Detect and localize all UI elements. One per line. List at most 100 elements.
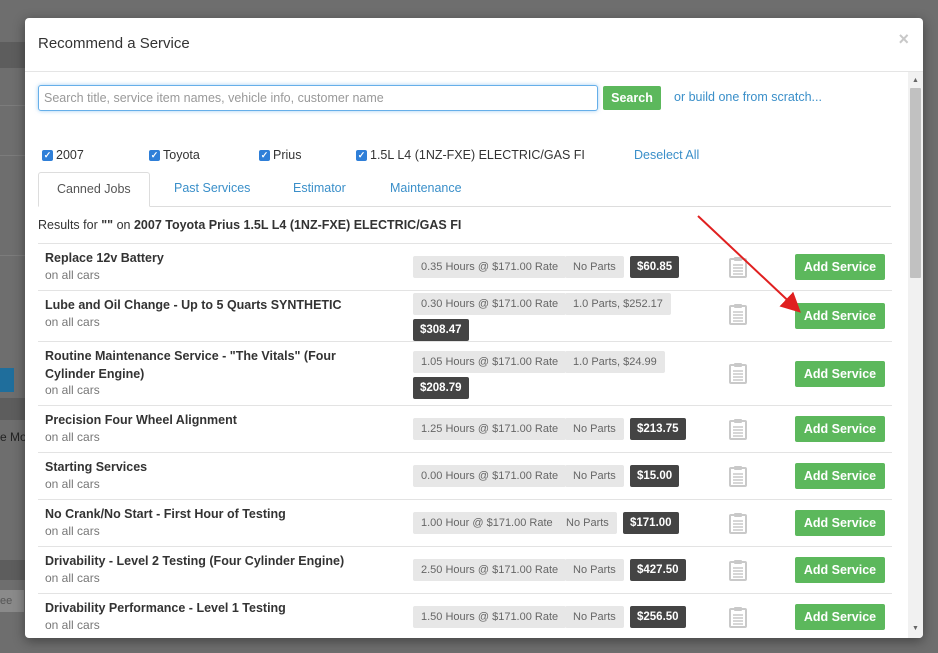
- job-scope: on all cars: [45, 524, 100, 538]
- labor-hours-badge: 0.30 Hours @ $171.00 Rate: [413, 293, 567, 315]
- clipboard-icon[interactable]: [728, 303, 748, 325]
- job-scope: on all cars: [45, 618, 100, 632]
- results-prefix: Results for: [38, 218, 98, 232]
- job-title: Drivability Performance - Level 1 Testin…: [45, 601, 286, 615]
- labor-hours-badge: 1.25 Hours @ $171.00 Rate: [413, 418, 567, 440]
- total-price-badge: $308.47: [413, 319, 469, 341]
- clipboard-icon[interactable]: [728, 465, 748, 487]
- deselect-all-link[interactable]: Deselect All: [634, 148, 699, 162]
- clipboard-icon[interactable]: [728, 606, 748, 628]
- parts-badge: No Parts: [558, 512, 617, 534]
- results-summary: Results for "" on 2007 Toyota Prius 1.5L…: [38, 218, 461, 232]
- scrollbar-thumb[interactable]: [910, 88, 921, 278]
- labor-hours-badge: 0.35 Hours @ $171.00 Rate: [413, 256, 567, 278]
- results-vehicle: 2007 Toyota Prius 1.5L L4 (1NZ-FXE) ELEC…: [133, 218, 462, 232]
- checkbox-checked-icon[interactable]: ✓: [149, 149, 160, 161]
- total-price-badge: $208.79: [413, 377, 469, 399]
- vertical-scrollbar[interactable]: ▲ ▼: [908, 72, 923, 638]
- tab-maintenance[interactable]: Maintenance: [390, 172, 462, 206]
- clipboard-icon[interactable]: [728, 362, 748, 384]
- tab-bar: Canned Jobs Past Services Estimator Main…: [38, 172, 891, 207]
- search-row: Search or build one from scratch...: [38, 85, 858, 111]
- total-price-badge: $171.00: [623, 512, 679, 534]
- background-text: e Mo: [0, 430, 26, 444]
- job-row: No Crank/No Start - First Hour of Testin…: [38, 500, 892, 547]
- modal-title: Recommend a Service: [38, 35, 190, 52]
- canned-jobs-list: Replace 12v Battery on all cars 0.35 Hou…: [38, 243, 892, 638]
- labor-hours-badge: 1.50 Hours @ $171.00 Rate: [413, 606, 567, 628]
- filter-label: Toyota: [163, 148, 200, 162]
- total-price-badge: $256.50: [630, 606, 686, 628]
- checkbox-checked-icon[interactable]: ✓: [259, 149, 270, 161]
- filter-make[interactable]: ✓ Toyota: [149, 148, 200, 162]
- search-button[interactable]: Search: [603, 86, 661, 110]
- job-row: Routine Maintenance Service - "The Vital…: [38, 342, 892, 406]
- add-service-button[interactable]: Add Service: [795, 463, 885, 489]
- scroll-down-arrow-icon[interactable]: ▼: [908, 622, 923, 636]
- checkbox-checked-icon[interactable]: ✓: [356, 149, 367, 161]
- add-service-button[interactable]: Add Service: [795, 416, 885, 442]
- filter-label: Prius: [273, 148, 302, 162]
- job-scope: on all cars: [45, 315, 100, 329]
- job-title: Replace 12v Battery: [45, 251, 164, 265]
- modal-header: Recommend a Service ×: [25, 18, 923, 72]
- background-section-bar: [0, 398, 26, 420]
- parts-badge: No Parts: [565, 418, 624, 440]
- clipboard-icon[interactable]: [728, 256, 748, 278]
- job-row: Precision Four Wheel Alignment on all ca…: [38, 406, 892, 453]
- tab-estimator[interactable]: Estimator: [293, 172, 346, 206]
- labor-hours-badge: 0.00 Hours @ $171.00 Rate: [413, 465, 567, 487]
- background-divider: [0, 105, 26, 106]
- background-divider: [0, 255, 26, 256]
- modal-body: Search or build one from scratch... ✓ 20…: [25, 72, 908, 638]
- search-input[interactable]: [38, 85, 598, 111]
- job-title: No Crank/No Start - First Hour of Testin…: [45, 507, 286, 521]
- labor-hours-badge: 1.00 Hour @ $171.00 Rate: [413, 512, 561, 534]
- job-row: Drivability Performance - Level 1 Testin…: [38, 594, 892, 638]
- job-row: Lube and Oil Change - Up to 5 Quarts SYN…: [38, 291, 892, 342]
- parts-badge: No Parts: [565, 606, 624, 628]
- total-price-badge: $15.00: [630, 465, 680, 487]
- total-price-badge: $213.75: [630, 418, 686, 440]
- add-service-button[interactable]: Add Service: [795, 254, 885, 280]
- add-service-button[interactable]: Add Service: [795, 604, 885, 630]
- checkbox-checked-icon[interactable]: ✓: [42, 149, 53, 161]
- background-section-bar: [0, 560, 26, 580]
- add-service-button[interactable]: Add Service: [795, 361, 885, 387]
- add-service-button[interactable]: Add Service: [795, 303, 885, 329]
- background-input: ee: [0, 590, 24, 612]
- build-from-scratch-link[interactable]: or build one from scratch...: [674, 90, 822, 104]
- filter-year[interactable]: ✓ 2007: [42, 148, 84, 162]
- labor-hours-badge: 1.05 Hours @ $171.00 Rate: [413, 351, 567, 373]
- clipboard-icon[interactable]: [728, 512, 748, 534]
- filter-label: 1.5L L4 (1NZ-FXE) ELECTRIC/GAS FI: [370, 148, 585, 162]
- parts-badge: No Parts: [565, 465, 624, 487]
- parts-badge: No Parts: [565, 256, 624, 278]
- recommend-service-modal: Recommend a Service × Search or build on…: [25, 18, 923, 638]
- background-button: [0, 368, 14, 392]
- job-scope: on all cars: [45, 268, 100, 282]
- job-scope: on all cars: [45, 383, 100, 397]
- tab-canned-jobs[interactable]: Canned Jobs: [38, 172, 150, 207]
- job-title: Drivability - Level 2 Testing (Four Cyli…: [45, 554, 345, 568]
- job-row: Starting Services on all cars 0.00 Hours…: [38, 453, 892, 500]
- close-icon[interactable]: ×: [898, 29, 909, 50]
- job-title: Lube and Oil Change - Up to 5 Quarts SYN…: [45, 298, 342, 312]
- results-query: "": [101, 218, 114, 232]
- job-title: Starting Services: [45, 460, 148, 474]
- clipboard-icon[interactable]: [728, 418, 748, 440]
- background-header-bar: [0, 42, 26, 68]
- filter-engine[interactable]: ✓ 1.5L L4 (1NZ-FXE) ELECTRIC/GAS FI: [356, 148, 585, 162]
- add-service-button[interactable]: Add Service: [795, 557, 885, 583]
- vehicle-filters: ✓ 2007 ✓ Toyota ✓ Prius ✓ 1.5L L4 (1NZ-F…: [42, 148, 862, 168]
- job-title: Routine Maintenance Service - "The Vital…: [45, 349, 336, 381]
- job-scope: on all cars: [45, 571, 100, 585]
- add-service-button[interactable]: Add Service: [795, 510, 885, 536]
- results-on: on: [116, 218, 131, 232]
- labor-hours-badge: 2.50 Hours @ $171.00 Rate: [413, 559, 567, 581]
- parts-badge: 1.0 Parts, $252.17: [565, 293, 671, 315]
- clipboard-icon[interactable]: [728, 559, 748, 581]
- filter-model[interactable]: ✓ Prius: [259, 148, 301, 162]
- tab-past-services[interactable]: Past Services: [174, 172, 250, 206]
- scroll-up-arrow-icon[interactable]: ▲: [908, 74, 923, 88]
